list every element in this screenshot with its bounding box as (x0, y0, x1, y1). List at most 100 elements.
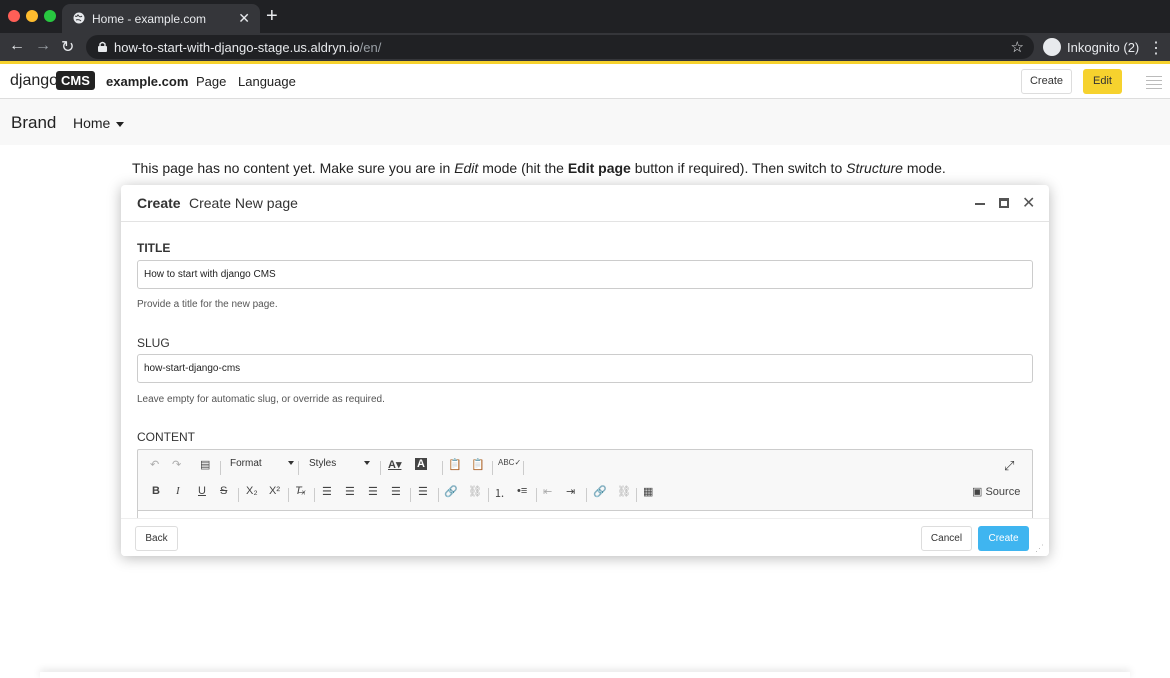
window-minimize-button[interactable] (26, 10, 38, 22)
content-label: CONTENT (137, 430, 195, 444)
spellcheck-icon[interactable]: ABC✓ (498, 458, 521, 467)
window-close-button[interactable] (8, 10, 20, 22)
align-justify-icon[interactable]: ☰ (391, 485, 401, 498)
source-button[interactable]: ▣ Source (972, 485, 1020, 498)
resize-handle-icon[interactable]: ⋰ (1035, 543, 1044, 554)
title-help: Provide a title for the new page. (137, 299, 278, 310)
italic-icon[interactable]: I (176, 485, 180, 497)
bulleted-list-icon[interactable]: •≡ (517, 485, 527, 497)
cancel-button[interactable]: Cancel (921, 526, 972, 551)
undo-icon[interactable]: ↶ (150, 458, 159, 471)
horizontal-rule-icon[interactable]: ☰ (418, 485, 428, 498)
underline-icon[interactable]: U (198, 485, 206, 497)
toolbar-separator (220, 461, 221, 475)
link-icon[interactable]: 🔗 (444, 485, 458, 498)
window-maximize-button[interactable] (44, 10, 56, 22)
browser-tab-bar: Home - example.com ✕ + (0, 0, 1170, 33)
page-bottom-shadow (40, 672, 1130, 678)
rich-text-editor: ↶ ↷ ▤ Format Styles A▾ A 📋 📋 ABC✓ ⤢ B I … (137, 449, 1033, 530)
cms-page-menu[interactable]: Page (196, 74, 226, 89)
globe-icon (73, 12, 85, 24)
browser-tab[interactable]: Home - example.com ✕ (62, 4, 260, 33)
create-page-modal: Create Create New page ✕ TITLE How to st… (121, 185, 1049, 556)
subscript-icon[interactable]: X₂ (246, 485, 258, 497)
toolbar-separator (380, 461, 381, 475)
site-navbar: Brand Home (0, 99, 1170, 145)
maximize-editor-icon[interactable]: ⤢ (1004, 458, 1014, 474)
bookmark-star-icon[interactable]: ☆ (1011, 38, 1024, 56)
source-icon: ▣ (972, 486, 986, 498)
minimize-icon[interactable] (975, 203, 985, 205)
sideframe-menu-icon[interactable] (1146, 76, 1162, 92)
bold-icon[interactable]: B (152, 485, 160, 497)
numbered-list-icon[interactable]: ⒈ (494, 485, 505, 501)
back-arrow-icon[interactable]: ← (9, 37, 25, 55)
caret-down-icon (287, 461, 294, 466)
templates-icon[interactable]: ▤ (200, 458, 210, 471)
address-bar-row: ← → ↻ how-to-start-with-django-stage.us.… (0, 33, 1170, 61)
toolbar-separator (410, 488, 411, 502)
indent-icon[interactable]: ⇥ (566, 485, 575, 498)
modal-title: Create New page (189, 195, 298, 211)
format-dropdown[interactable]: Format (230, 458, 294, 469)
toolbar-separator (314, 488, 315, 502)
cms-site-menu[interactable]: example.com (106, 74, 188, 89)
toolbar-separator (488, 488, 489, 502)
paste-from-word-icon[interactable]: 📋 (471, 458, 485, 471)
cms-logo-badge[interactable]: CMS (56, 71, 95, 90)
editor-toolbar-row-1: ↶ ↷ ▤ Format Styles A▾ A 📋 📋 ABC✓ ⤢ (138, 455, 1032, 479)
cms-link-icon[interactable]: 🔗 (593, 485, 607, 498)
back-button[interactable]: Back (135, 526, 178, 551)
incognito-icon[interactable] (1043, 38, 1061, 56)
close-tab-icon[interactable]: ✕ (238, 10, 250, 27)
create-page-button[interactable]: Create (978, 526, 1029, 551)
browser-menu-icon[interactable]: ⋮ (1148, 38, 1164, 58)
styles-dropdown[interactable]: Styles (309, 458, 371, 469)
toolbar-separator (442, 461, 443, 475)
reload-icon[interactable]: ↻ (61, 37, 74, 57)
toolbar-separator (298, 461, 299, 475)
toolbar-separator (523, 461, 524, 475)
url-field[interactable]: how-to-start-with-django-stage.us.aldryn… (86, 35, 1034, 59)
background-color-icon[interactable]: A (415, 458, 427, 470)
align-center-icon[interactable]: ☰ (345, 485, 355, 498)
modal-breadcrumb-create: Create (137, 195, 181, 211)
redo-icon[interactable]: ↷ (172, 458, 181, 471)
title-input[interactable]: How to start with django CMS (137, 260, 1033, 289)
paste-icon[interactable]: 📋 (448, 458, 462, 471)
brand-link[interactable]: Brand (11, 113, 56, 133)
maximize-icon[interactable] (999, 198, 1009, 208)
toolbar-separator (288, 488, 289, 502)
close-icon[interactable]: ✕ (1022, 193, 1035, 213)
create-button[interactable]: Create (1021, 69, 1072, 94)
table-icon[interactable]: ▦ (643, 485, 653, 498)
align-right-icon[interactable]: ☰ (368, 485, 378, 498)
toolbar-separator (636, 488, 637, 502)
forward-arrow-icon[interactable]: → (35, 37, 51, 55)
align-left-icon[interactable]: ☰ (322, 485, 332, 498)
unlink-icon[interactable]: ⛓ (468, 485, 482, 498)
home-dropdown[interactable]: Home (73, 115, 125, 131)
slug-input[interactable]: how-start-django-cms (137, 354, 1033, 383)
modal-header: Create Create New page ✕ (121, 185, 1049, 222)
text-color-icon[interactable]: A▾ (388, 458, 401, 471)
strikethrough-icon[interactable]: S (220, 485, 227, 497)
caret-down-icon (364, 461, 371, 466)
slug-label: SLUG (137, 336, 170, 350)
cms-toolbar: django CMS example.com Page Language Cre… (0, 64, 1170, 99)
modal-footer: Back Cancel Create (121, 518, 1049, 556)
lock-icon (98, 41, 107, 52)
toolbar-separator (586, 488, 587, 502)
toolbar-separator (238, 488, 239, 502)
tab-title: Home - example.com (92, 12, 207, 26)
cms-logo-text[interactable]: django (10, 72, 58, 90)
cms-unlink-icon[interactable]: ⛓ (617, 485, 631, 498)
cms-language-menu[interactable]: Language (238, 74, 296, 89)
remove-format-icon[interactable]: T̶ₓ (295, 485, 306, 497)
superscript-icon[interactable]: X² (269, 485, 280, 497)
toolbar-separator (438, 488, 439, 502)
outdent-icon[interactable]: ⇤ (543, 485, 552, 498)
incognito-label[interactable]: Inkognito (2) (1067, 40, 1139, 55)
new-tab-button[interactable]: + (266, 5, 278, 28)
edit-button[interactable]: Edit (1083, 69, 1122, 94)
